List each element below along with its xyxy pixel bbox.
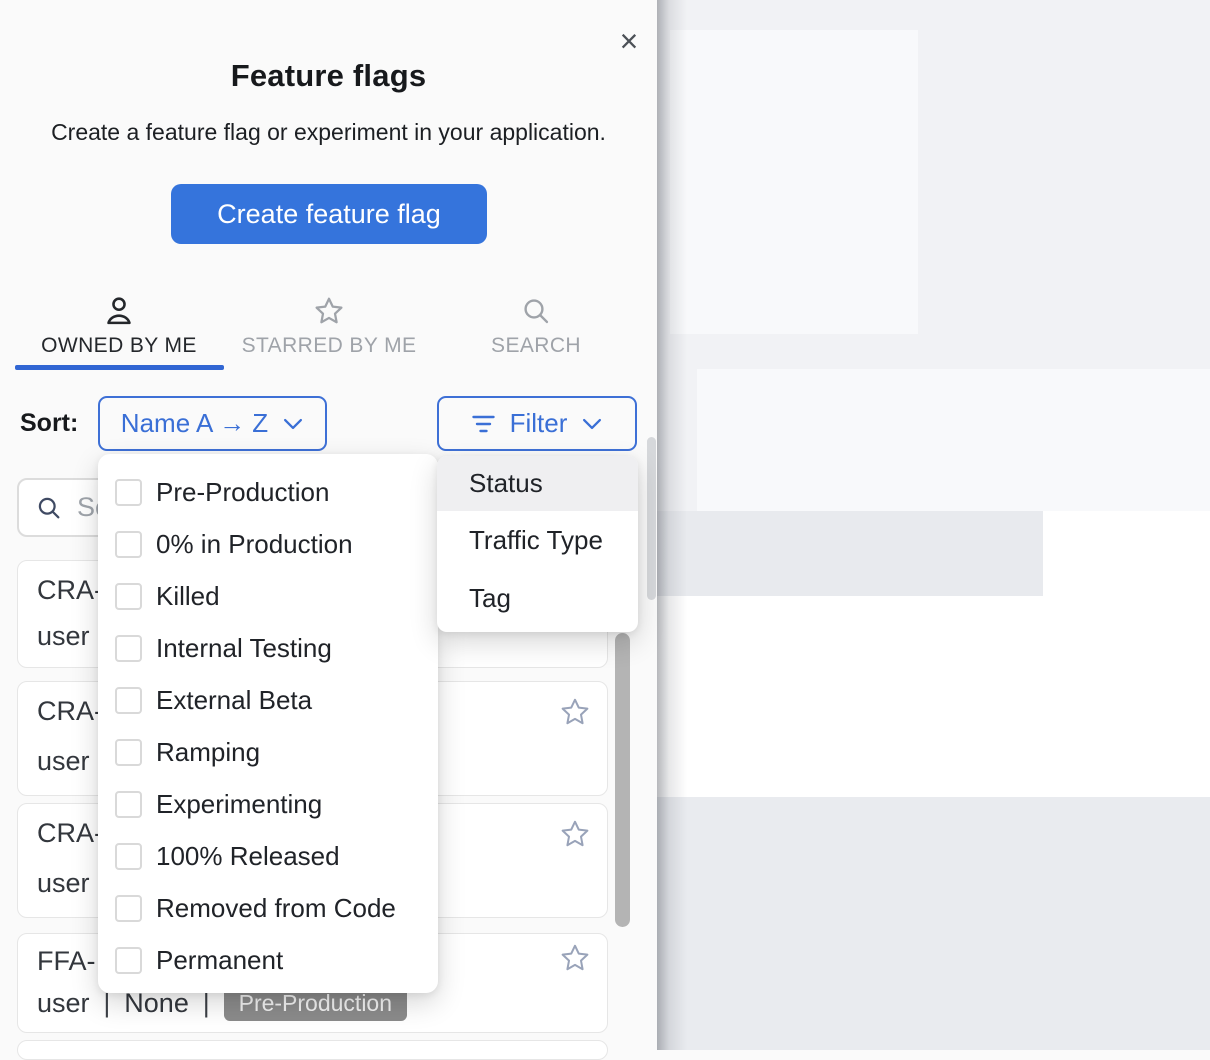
menu-item-label: Internal Testing [156, 633, 332, 664]
checkbox[interactable] [115, 739, 142, 766]
tab-owned-by-me[interactable]: OWNED BY ME [10, 294, 228, 358]
filter-category-menu: Status Traffic Type Tag [437, 456, 638, 632]
search-icon [460, 294, 612, 328]
flag-traffic-type: user [37, 621, 90, 652]
checkbox[interactable] [115, 947, 142, 974]
checkbox[interactable] [115, 583, 142, 610]
menu-item-label: Pre-Production [156, 477, 329, 508]
star-icon[interactable] [559, 696, 591, 728]
menu-item-label: External Beta [156, 685, 312, 716]
sort-dropdown-button[interactable]: Name A → Z [98, 396, 327, 451]
close-icon[interactable]: × [613, 26, 645, 58]
menu-item-100-released[interactable]: 100% Released [98, 830, 438, 882]
menu-item-0-in-production[interactable]: 0% in Production [98, 518, 438, 570]
checkbox[interactable] [115, 687, 142, 714]
background-placeholder-bar [657, 511, 1043, 596]
menu-item-removed-from-code[interactable]: Removed from Code [98, 882, 438, 934]
background-page [657, 0, 1210, 1050]
active-tab-underline [15, 365, 224, 370]
flag-name: CRA- [37, 575, 103, 606]
chevron-down-icon [282, 417, 304, 431]
menu-item-label: Removed from Code [156, 893, 396, 924]
checkbox[interactable] [115, 531, 142, 558]
background-placeholder-block [657, 797, 1210, 1050]
background-placeholder-block [670, 30, 918, 334]
checkbox[interactable] [115, 479, 142, 506]
tab-label: OWNED BY ME [41, 334, 197, 357]
menu-item-external-beta[interactable]: External Beta [98, 674, 438, 726]
menu-item-traffic-type[interactable]: Traffic Type [437, 511, 638, 569]
menu-item-killed[interactable]: Killed [98, 570, 438, 622]
menu-item-label: 0% in Production [156, 529, 353, 560]
star-icon[interactable] [559, 818, 591, 850]
checkbox[interactable] [115, 843, 142, 870]
checkbox[interactable] [115, 635, 142, 662]
list-scrollbar-thumb[interactable] [615, 633, 630, 927]
star-icon [230, 294, 428, 328]
menu-item-internal-testing[interactable]: Internal Testing [98, 622, 438, 674]
filter-dropdown-button[interactable]: Filter [437, 396, 637, 451]
star-icon[interactable] [559, 942, 591, 974]
panel-drop-shadow [657, 0, 687, 1050]
tab-label: SEARCH [491, 334, 581, 357]
tab-label: STARRED BY ME [242, 334, 417, 357]
person-icon [10, 294, 228, 328]
tab-starred-by-me[interactable]: STARRED BY ME [230, 294, 428, 358]
page-title: Feature flags [0, 58, 657, 94]
menu-item-experimenting[interactable]: Experimenting [98, 778, 438, 830]
menu-item-label: Ramping [156, 737, 260, 768]
flag-name: CRA- [37, 818, 103, 849]
page-subtitle: Create a feature flag or experiment in y… [0, 119, 657, 146]
flag-traffic-type: user [37, 746, 90, 777]
flag-traffic-type: user [37, 868, 90, 899]
sort-value: Name A → Z [121, 408, 268, 439]
search-icon [35, 494, 63, 522]
menu-item-permanent[interactable]: Permanent [98, 934, 438, 986]
background-placeholder-block [697, 369, 1210, 511]
filter-label: Filter [510, 408, 568, 439]
menu-item-ramping[interactable]: Ramping [98, 726, 438, 778]
status-filter-menu: Pre-Production 0% in Production Killed I… [98, 454, 438, 993]
tab-search[interactable]: SEARCH [460, 294, 612, 358]
checkbox[interactable] [115, 895, 142, 922]
menu-item-label: Experimenting [156, 789, 322, 820]
panel-scrollbar-thumb[interactable] [647, 437, 656, 600]
menu-item-label: Permanent [156, 945, 283, 976]
filter-icon [471, 413, 496, 435]
menu-item-label: Killed [156, 581, 220, 612]
flag-name: FFA- [37, 946, 96, 977]
menu-item-status[interactable]: Status [437, 456, 638, 511]
flag-card[interactable] [17, 1040, 608, 1060]
chevron-down-icon [581, 417, 603, 431]
menu-item-pre-production[interactable]: Pre-Production [98, 466, 438, 518]
flag-traffic-type: user [37, 988, 90, 1019]
menu-item-tag[interactable]: Tag [437, 569, 638, 627]
flag-name: CRA- [37, 696, 103, 727]
create-feature-flag-button[interactable]: Create feature flag [171, 184, 487, 244]
sort-label: Sort: [20, 409, 78, 438]
menu-item-label: 100% Released [156, 841, 340, 872]
checkbox[interactable] [115, 791, 142, 818]
feature-flags-panel: × Feature flags Create a feature flag or… [0, 0, 657, 1050]
